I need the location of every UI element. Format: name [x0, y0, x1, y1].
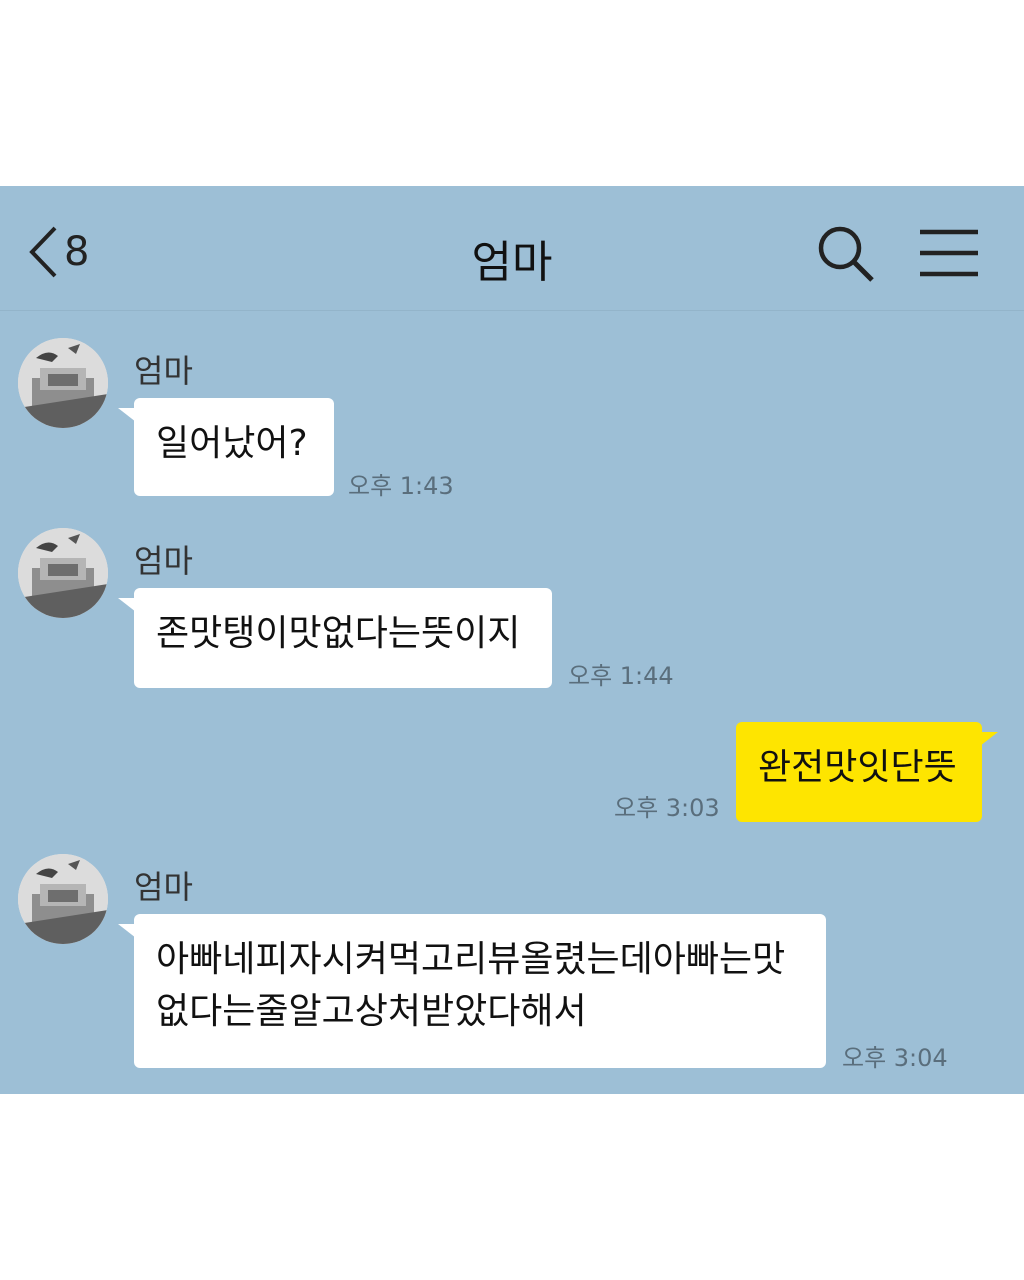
profile-photo-icon — [18, 338, 108, 428]
chat-title: 엄마 — [471, 237, 553, 288]
sender-name: 엄마 — [134, 542, 193, 580]
menu-button[interactable] — [916, 224, 982, 284]
chat-header: 8 엄마 — [0, 186, 1024, 311]
back-button[interactable]: 8 — [28, 222, 89, 282]
search-icon — [818, 226, 874, 282]
message-text: 존맛탱이맛없다는뜻이지 — [156, 613, 521, 654]
back-chevron-icon — [29, 226, 57, 278]
menu-icon — [920, 229, 978, 277]
message-bubble[interactable]: 아빠네피자시켜먹고리뷰올렸는데아빠는맛없다는줄알고상처받았다해서 — [118, 914, 826, 1068]
search-button[interactable] — [816, 224, 876, 284]
profile-photo-icon — [18, 528, 108, 618]
message-text: 일어났어? — [156, 423, 308, 464]
message-text: 아빠네피자시켜먹고리뷰올렸는데아빠는맛없다는줄알고상처받았다해서 — [156, 939, 786, 1032]
message-bubble[interactable]: 일어났어? — [118, 398, 334, 496]
message-bubble[interactable]: 존맛탱이맛없다는뜻이지 — [118, 588, 552, 688]
sender-name: 엄마 — [134, 868, 193, 906]
message-time: 오후 1:43 — [348, 472, 454, 500]
avatar[interactable] — [18, 338, 108, 428]
avatar[interactable] — [18, 528, 108, 618]
message-time: 오후 1:44 — [568, 662, 674, 690]
message-time: 오후 3:03 — [614, 794, 720, 822]
profile-photo-icon — [18, 854, 108, 944]
unread-count: 8 — [64, 229, 90, 275]
chat-screen: 8 엄마 엄마 일어났어? 오후 1:43 엄마 존맛탱이맛없다는뜻이지 오후 … — [0, 186, 1024, 1094]
sender-name: 엄마 — [134, 352, 193, 390]
message-time: 오후 3:04 — [842, 1044, 948, 1072]
message-bubble-outgoing[interactable]: 완전맛잇단뜻 — [736, 722, 998, 822]
message-text: 완전맛잇단뜻 — [758, 747, 957, 788]
avatar[interactable] — [18, 854, 108, 944]
